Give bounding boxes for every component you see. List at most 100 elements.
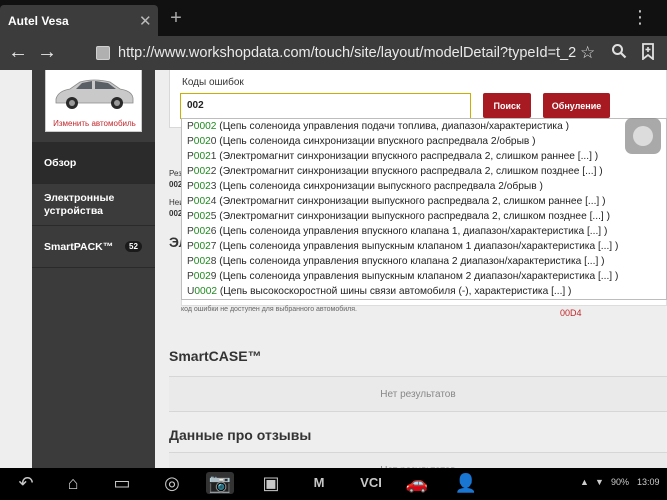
reset-button[interactable]: Обнуление (543, 93, 610, 118)
dtc-label: Коды ошибок (182, 77, 244, 88)
sidebar: Изменить автомобиль Обзор Электронные ус… (32, 70, 155, 468)
new-tab-button[interactable]: + (166, 8, 186, 28)
suggestion-item[interactable]: P0021 (Электромагнит синхронизации впуск… (182, 149, 666, 164)
dtc-suggestions-dropdown: P0002 (Цепь соленоида управления подачи … (181, 118, 667, 300)
suggestion-item[interactable]: P0027 (Цепь соленоида управления выпускн… (182, 239, 666, 254)
dtc-search-input[interactable]: 002 (180, 93, 471, 119)
suggestion-code-match: 002 (193, 166, 211, 177)
suggestion-description: (Электромагнит синхронизации впускного р… (216, 166, 603, 177)
browser-tab[interactable]: Autel Vesa ✕ (0, 5, 158, 36)
suggestion-code-match: 0002 (193, 121, 217, 132)
smartcase-empty: Нет результатов (169, 376, 667, 412)
vci-app-icon[interactable]: VCI (353, 472, 389, 494)
camera-app-icon[interactable]: 📷 (206, 472, 234, 494)
unavailable-code: 00D4 (560, 308, 582, 318)
suggestion-code-prefix: P (187, 181, 194, 192)
suggestion-code-match: 0002 (194, 286, 218, 297)
suggestion-code-match: 002 (193, 136, 211, 147)
home-icon[interactable]: ⌂ (59, 472, 87, 494)
suggestion-description: (Электромагнит синхронизации выпускного … (216, 211, 610, 222)
sidebar-item-smartpack[interactable]: SmartPACK™ 52 (32, 226, 155, 268)
suggestion-item[interactable]: P0023 (Цепь соленоида синхронизации выпу… (182, 179, 666, 194)
smartcase-title: SmartCASE™ (169, 348, 262, 364)
reviews-title: Данные про отзывы (169, 427, 312, 443)
search-icon[interactable] (611, 43, 627, 64)
floating-assist-button[interactable] (625, 118, 661, 154)
close-tab-icon[interactable]: ✕ (139, 12, 152, 30)
m-app-icon[interactable]: M (305, 472, 333, 494)
page-content: Изменить автомобиль Обзор Электронные ус… (0, 70, 667, 468)
signal-icon: ▼ (595, 477, 604, 487)
suggestion-code-prefix: P (187, 226, 194, 237)
vehicle-card[interactable]: Изменить автомобиль (45, 70, 142, 132)
suggestion-description: (Электромагнит синхронизации выпускного … (216, 196, 606, 207)
search-button[interactable]: Поиск (483, 93, 531, 118)
gallery-app-icon[interactable]: ▣ (257, 472, 285, 494)
suggestion-code-match: 002 (193, 151, 211, 162)
reviews-empty: Нет результатов (169, 452, 667, 468)
browser-nav-bar: ← → http://www.workshopdata.com/touch/si… (0, 36, 667, 70)
suggestion-item[interactable]: P0002 (Цепь соленоида управления подачи … (182, 119, 666, 134)
change-car-link[interactable]: Изменить автомобиль (46, 119, 143, 128)
suggestion-code-prefix: P (187, 136, 194, 147)
page-favicon-icon (96, 46, 110, 60)
suggestion-code-prefix: P (187, 256, 194, 267)
back-arrow-icon[interactable]: ← (8, 40, 28, 64)
suggestion-description: (Цепь соленоида синхронизации впускного … (216, 136, 536, 147)
suggestion-code-prefix: P (187, 211, 194, 222)
unavailable-note: код ошибки не доступен для выбранного ав… (181, 306, 357, 313)
suggestion-item[interactable]: P0025 (Электромагнит синхронизации выпус… (182, 209, 666, 224)
suggestion-description: (Цепь соленоида управления выпускным кла… (216, 241, 619, 252)
suggestion-code-match: 002 (193, 226, 211, 237)
suggestion-description: (Цепь высокоскоростной шины связи автомо… (217, 286, 572, 297)
suggestion-code-prefix: P (187, 196, 194, 207)
chrome-app-icon[interactable]: ◎ (158, 472, 186, 494)
suggestion-code-prefix: P (187, 121, 194, 132)
suggestion-description: (Цепь соленоида управления подачи топлив… (216, 121, 569, 132)
suggestion-code-prefix: P (187, 271, 194, 282)
forward-arrow-icon[interactable]: → (37, 40, 57, 64)
suggestion-code-match: 002 (193, 196, 211, 207)
address-bar[interactable]: http://www.workshopdata.com/touch/site/l… (118, 45, 576, 61)
sidebar-item-electronic-devices[interactable]: Электронные устройства (32, 184, 155, 226)
android-nav-bar: ↶ ⌂ ▭ ◎ 📷 ▣ M VCI 🚗 👤 ▲ ▼ 90% 13:09 (0, 468, 667, 500)
wifi-icon: ▲ (580, 477, 589, 487)
suggestion-code-match: 002 (193, 241, 211, 252)
tab-title: Autel Vesa (8, 14, 69, 28)
sidebar-item-overview[interactable]: Обзор (32, 142, 155, 184)
browser-tab-bar: Autel Vesa ✕ + ⋮ (0, 0, 667, 36)
suggestion-item[interactable]: P0020 (Цепь соленоида синхронизации впус… (182, 134, 666, 149)
suggestion-code-match: 002 (193, 271, 211, 282)
suggestion-item[interactable]: P0028 (Цепь соленоида управления впускно… (182, 254, 666, 269)
suggestion-code-match: 002 (193, 211, 211, 222)
bookmark-star-icon[interactable]: ☆ (580, 43, 595, 63)
back-icon[interactable]: ↶ (12, 472, 40, 494)
sidebar-item-label: SmartPACK™ (44, 240, 114, 253)
count-badge: 52 (125, 241, 142, 252)
result-label: Рез (169, 169, 182, 178)
suggestion-description: (Цепь соленоида управления впускного кла… (216, 256, 605, 267)
suggestion-code-match: 002 (193, 256, 211, 267)
suggestion-item[interactable]: P0024 (Электромагнит синхронизации выпус… (182, 194, 666, 209)
recents-icon[interactable]: ▭ (108, 472, 136, 494)
suggestion-item[interactable]: P0029 (Цепь соленоида управления выпускн… (182, 269, 666, 284)
suggestion-code-prefix: P (187, 151, 194, 162)
suggestion-item[interactable]: U0002 (Цепь высокоскоростной шины связи … (182, 284, 666, 299)
clock: 13:09 (637, 477, 660, 487)
suggestion-description: (Цепь соленоида управления впускного кла… (216, 226, 608, 237)
suggestion-code-match: 002 (193, 181, 211, 192)
person-app-icon[interactable]: 👤 (452, 472, 480, 494)
suggestion-item[interactable]: P0026 (Цепь соленоида управления впускно… (182, 224, 666, 239)
car-app-icon[interactable]: 🚗 (403, 472, 431, 494)
suggestion-item[interactable]: U0020 (Низкоскоростная шина связи автомо… (182, 299, 666, 300)
suggestion-item[interactable]: P0022 (Электромагнит синхронизации впуск… (182, 164, 666, 179)
battery-level: 90% (611, 477, 630, 487)
browser-menu-icon[interactable]: ⋮ (631, 8, 649, 26)
suggestion-description: (Цепь соленоида синхронизации выпускного… (216, 181, 543, 192)
suggestion-code-prefix: P (187, 166, 194, 177)
suggestion-description: (Цепь соленоида управления выпускным кла… (216, 271, 619, 282)
car-image-icon (55, 79, 134, 109)
suggestion-code-prefix: P (187, 241, 194, 252)
bookmarks-icon[interactable] (641, 43, 655, 65)
suggestion-description: (Электромагнит синхронизации впускного р… (216, 151, 599, 162)
